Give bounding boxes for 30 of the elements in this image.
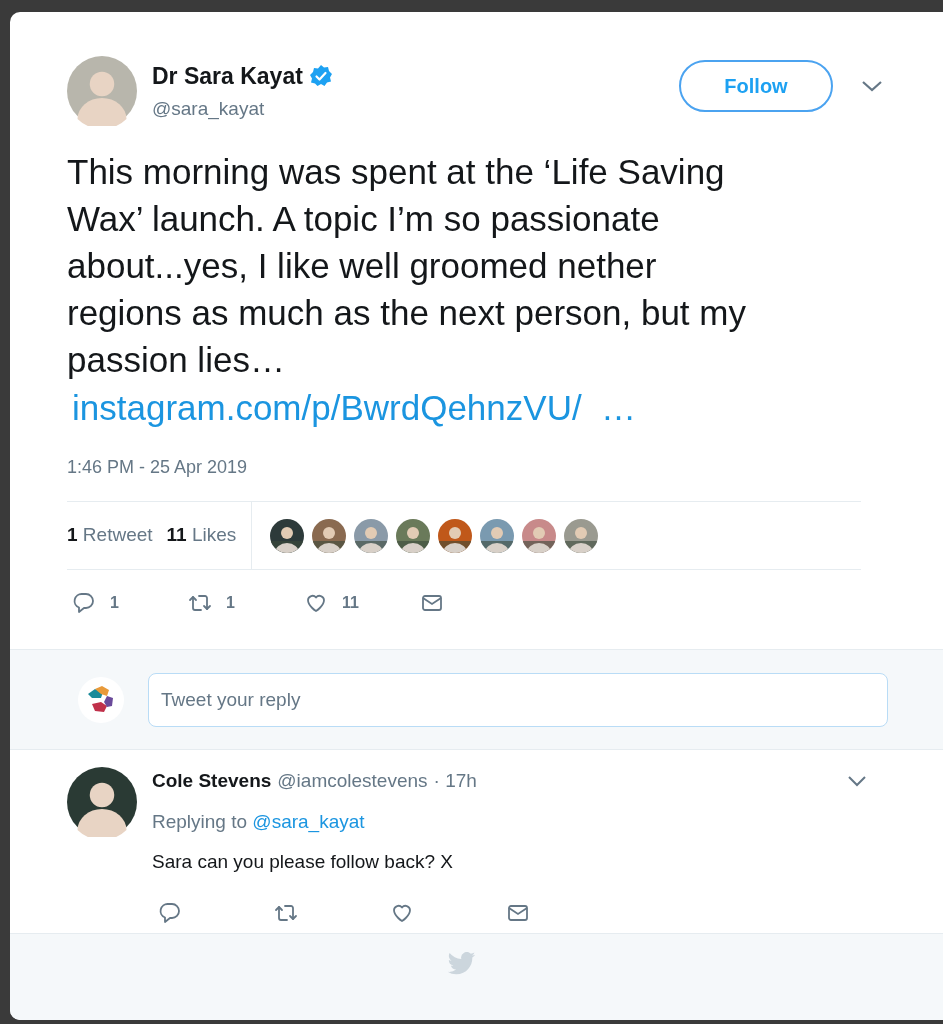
tweet-text-line: This morning was spent at the ‘Life Saving xyxy=(67,151,726,193)
replying-to-text: Replying to @sara_kayat xyxy=(152,809,366,835)
reply-author-name[interactable]: Cole Stevens xyxy=(152,767,272,796)
avatar-icon xyxy=(67,56,137,126)
reply-author-handle[interactable]: @iamcolestevens xyxy=(277,767,428,796)
follow-button[interactable]: Follow xyxy=(679,60,833,112)
reply-icon[interactable] xyxy=(158,900,182,925)
tweet-link[interactable]: instagram.com/p/BwrdQehnzVU/ … xyxy=(72,383,637,432)
reply-text: Sara can you please follow back? X xyxy=(152,850,454,874)
chevron-icon[interactable] xyxy=(847,775,867,788)
reply-time[interactable]: · 17h xyxy=(433,767,477,796)
stat-link[interactable]: 1 Retweet xyxy=(67,521,153,550)
stat-link[interactable]: 11 Likes xyxy=(166,521,237,550)
tweet-text-line: Wax’ launch. A topic I’m so passionate xyxy=(67,198,661,240)
chevron-icon[interactable] xyxy=(861,79,883,93)
reply-input[interactable]: Tweet your reply xyxy=(148,672,888,727)
avatar-icon xyxy=(67,767,137,837)
action-count: 11 xyxy=(342,593,359,613)
tweet-text-line: passion lies… xyxy=(67,339,286,381)
tweet-text-line: about...yes, I like well groomed nether xyxy=(67,245,658,287)
logo-icon xyxy=(78,676,124,723)
tweet-timestamp: 1:46 PM - 25 Apr 2019 xyxy=(66,456,249,479)
reply-icon[interactable] xyxy=(72,591,96,615)
author-handle[interactable]: @sara_kayat xyxy=(152,95,333,124)
bird-icon xyxy=(446,952,477,976)
mention-link[interactable]: @sara_kayat xyxy=(252,810,365,832)
author-name[interactable]: Dr Sara Kayat xyxy=(152,58,303,93)
action-count: 1 xyxy=(226,593,235,613)
action-count: 1 xyxy=(110,593,119,613)
tweet-text-line: regions as much as the next person, but my xyxy=(67,292,747,334)
